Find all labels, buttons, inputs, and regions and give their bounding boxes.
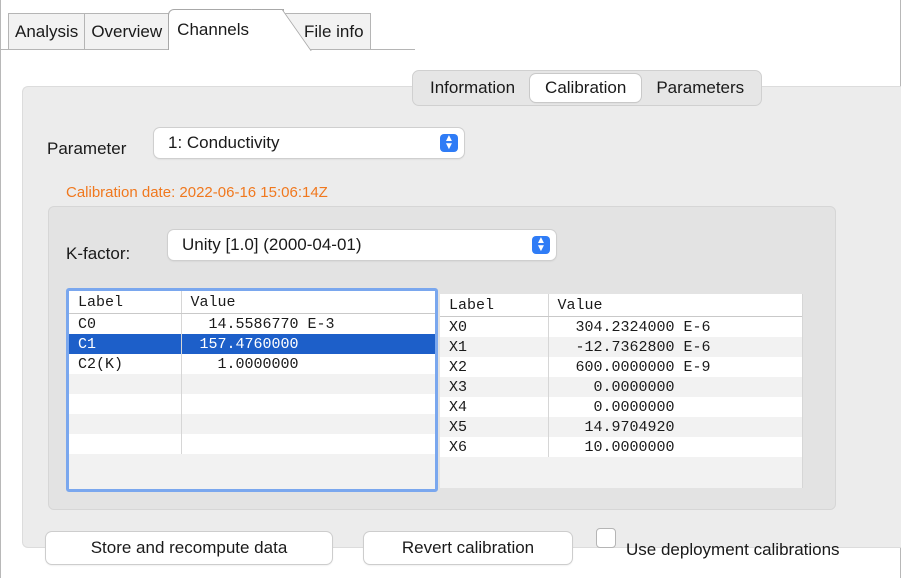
cell-label <box>69 374 182 394</box>
top-tab-bar: Analysis Overview Channels File info <box>8 8 371 50</box>
subtab-information[interactable]: Information <box>415 74 530 102</box>
deployment-calibrations-checkbox[interactable] <box>596 528 616 548</box>
cell-value: -12.7362800 E-6 <box>548 337 802 357</box>
kfactor-label: K-factor: <box>66 244 131 263</box>
cell-value: 1.0000000 <box>181 354 435 374</box>
kfactor-select-value: Unity [1.0] (2000-04-01) <box>182 235 362 254</box>
cell-label <box>69 394 182 414</box>
parameter-label: Parameter <box>47 139 127 158</box>
cell-label: C1 <box>69 334 182 354</box>
cell-value: 14.5586770 E-3 <box>181 313 435 334</box>
column-header-value[interactable]: Value <box>181 291 435 314</box>
cell-value: 304.2324000 E-6 <box>548 316 802 337</box>
parameter-select-value: 1: Conductivity <box>168 133 280 152</box>
cell-value: 157.4760000 <box>181 334 435 354</box>
kfactor-select[interactable]: Unity [1.0] (2000-04-01) ▲ ▼ <box>168 230 556 260</box>
tab-channels[interactable]: Channels <box>168 9 284 50</box>
cell-value: 0.0000000 <box>548 397 802 417</box>
cell-value: 10.0000000 <box>548 437 802 457</box>
coefficient-table-c[interactable]: Label Value C0 14.5586770 E-3 C1 157.4760… <box>66 288 438 492</box>
table-row[interactable]: X5 14.9704920 <box>440 417 802 437</box>
tab-analysis[interactable]: Analysis <box>8 13 86 50</box>
cell-label: C0 <box>69 313 182 334</box>
table-row[interactable]: C0 14.5586770 E-3 <box>69 313 435 334</box>
table-row[interactable]: X2 600.0000000 E-9 <box>440 357 802 377</box>
table-row[interactable]: X6 10.0000000 <box>440 437 802 457</box>
cell-label: X0 <box>440 316 549 337</box>
table-row[interactable]: X0 304.2324000 E-6 <box>440 316 802 337</box>
deployment-calibrations-label: Use deployment calibrations <box>626 540 840 559</box>
cell-value <box>181 394 435 414</box>
column-header-label[interactable]: Label <box>440 294 549 317</box>
cell-value: 600.0000000 E-9 <box>548 357 802 377</box>
up-down-arrows-icon: ▲ ▼ <box>532 236 550 254</box>
table-row[interactable] <box>69 394 435 414</box>
cell-value <box>181 434 435 454</box>
revert-calibration-button[interactable]: Revert calibration <box>364 532 572 564</box>
subtab-segmented-control: Information Calibration Parameters <box>412 70 763 106</box>
cell-label <box>69 434 182 454</box>
cell-label: X6 <box>440 437 549 457</box>
table-row[interactable] <box>69 434 435 454</box>
table-row[interactable] <box>69 414 435 434</box>
table-row[interactable]: C1 157.4760000 <box>69 334 435 354</box>
cell-value <box>181 374 435 394</box>
cell-label: X3 <box>440 377 549 397</box>
cell-label: X1 <box>440 337 549 357</box>
cell-value: 14.9704920 <box>548 417 802 437</box>
calibration-date: Calibration date: 2022-06-16 15:06:14Z <box>66 184 328 201</box>
cell-label: C2(K) <box>69 354 182 374</box>
subtab-calibration[interactable]: Calibration <box>530 74 642 102</box>
up-down-arrows-icon: ▲ ▼ <box>440 134 458 152</box>
store-recompute-button[interactable]: Store and recompute data <box>46 532 332 564</box>
table-row[interactable]: C2(K) 1.0000000 <box>69 354 435 374</box>
cell-label: X5 <box>440 417 549 437</box>
cell-value <box>181 414 435 434</box>
table-row[interactable]: X3 0.0000000 <box>440 377 802 397</box>
cell-value: 0.0000000 <box>548 377 802 397</box>
table-row[interactable]: X1 -12.7362800 E-6 <box>440 337 802 357</box>
table-row[interactable]: X4 0.0000000 <box>440 397 802 417</box>
cell-label: X4 <box>440 397 549 417</box>
table-row[interactable] <box>69 374 435 394</box>
subtab-parameters[interactable]: Parameters <box>641 74 759 102</box>
tab-overview[interactable]: Overview <box>84 13 170 50</box>
column-header-value[interactable]: Value <box>548 294 802 317</box>
cell-label <box>69 414 182 434</box>
coefficient-table-x[interactable]: Label Value X0 304.2324000 E-6 X1 -12.736… <box>440 294 803 488</box>
column-header-label[interactable]: Label <box>69 291 182 314</box>
parameter-select[interactable]: 1: Conductivity ▲ ▼ <box>154 128 464 158</box>
cell-label: X2 <box>440 357 549 377</box>
